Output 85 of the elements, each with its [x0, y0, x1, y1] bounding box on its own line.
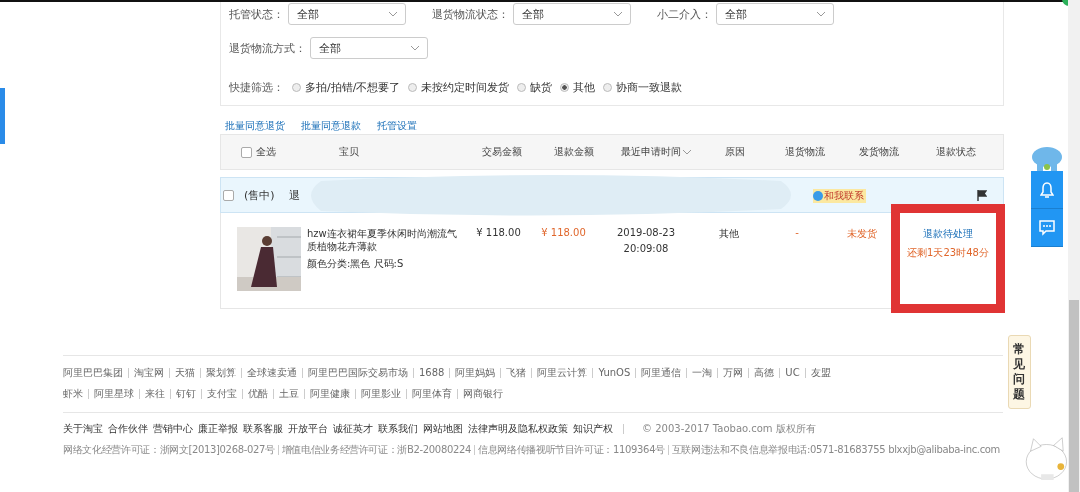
- footer-link[interactable]: 万网: [723, 365, 744, 380]
- footer-link[interactable]: 淘宝网: [134, 365, 164, 380]
- radio-label[interactable]: 多拍/拍错/不想要了: [305, 79, 401, 95]
- ship-logistics: 未发货: [847, 228, 877, 239]
- contact-badge[interactable]: 和我联系: [813, 189, 866, 203]
- footer-link[interactable]: 阿里体育: [412, 386, 452, 401]
- footer-link[interactable]: 合作伙伴: [108, 421, 148, 436]
- footer-link[interactable]: 虾米: [63, 386, 83, 401]
- column-header: 退货物流: [785, 146, 825, 157]
- return-logistics: -: [795, 227, 799, 238]
- footer-link[interactable]: 网商银行: [463, 386, 503, 401]
- batch-link[interactable]: 批量同意退款: [301, 119, 361, 133]
- radio-label[interactable]: 未按约定时间发货: [421, 79, 510, 95]
- refund-reason: 其他: [719, 228, 739, 239]
- footer-link[interactable]: 土豆: [279, 386, 299, 401]
- radio-label[interactable]: 协商一致退款: [616, 79, 683, 95]
- remaining-time: 还剩1天23时48分: [907, 246, 989, 260]
- footer-link[interactable]: 开放平台: [288, 421, 328, 436]
- footer-link[interactable]: 阿里星球: [94, 386, 134, 401]
- refund-status-link[interactable]: 退款待处理: [923, 227, 973, 241]
- column-header: 退款金额: [554, 146, 594, 157]
- footer-link[interactable]: 聚划算: [206, 365, 236, 380]
- footer-link[interactable]: 阿里通信: [641, 365, 682, 380]
- batch-link[interactable]: 批量同意退货: [225, 119, 285, 133]
- batch-link[interactable]: 托管设置: [377, 119, 417, 133]
- filter-label: 退货物流状态：: [432, 6, 509, 22]
- copyright-text: © 2003-2017 Taobao.com 版权所有: [642, 421, 816, 436]
- footer-link[interactable]: 廉正举报: [198, 421, 238, 436]
- footer-link[interactable]: 网站地图: [423, 421, 463, 436]
- license-text: 网络文化经营许可证：浙网文[2013]0268-027号: [63, 442, 275, 457]
- footer-link[interactable]: 阿里妈妈: [455, 365, 496, 380]
- footer-link[interactable]: 联系客服: [243, 421, 283, 436]
- filter-select[interactable]: 全部: [310, 37, 428, 59]
- filter-select[interactable]: 全部: [513, 3, 631, 25]
- sort-header[interactable]: 最近申请时间: [621, 146, 691, 157]
- footer-link[interactable]: 营销中心: [153, 421, 193, 436]
- order-info: 退: [288, 187, 300, 203]
- footer-link[interactable]: UC: [785, 367, 800, 378]
- column-header: 发货物流: [859, 146, 899, 157]
- select-all-label: 全选: [256, 145, 276, 159]
- footer-link[interactable]: 阿里健康: [310, 386, 350, 401]
- footer-link[interactable]: 来往: [145, 386, 165, 401]
- filter-label: 退货物流方式：: [229, 40, 306, 56]
- column-header: 退款状态: [936, 146, 976, 157]
- filter-select[interactable]: 全部: [716, 3, 834, 25]
- footer-link[interactable]: 优酷: [248, 386, 268, 401]
- footer-link[interactable]: 诚征英才: [333, 421, 373, 436]
- trade-amount: ¥ 118.00: [476, 227, 521, 238]
- footer-link[interactable]: 阿里影业: [361, 386, 401, 401]
- column-header: 宝贝: [339, 146, 359, 157]
- radio-label[interactable]: 其他: [573, 79, 596, 95]
- footer-link[interactable]: 友盟: [810, 365, 831, 380]
- footer-link[interactable]: 阿里巴巴集团: [63, 365, 123, 380]
- product-sku: 颜色分类:黑色 尺码:S: [307, 257, 405, 271]
- footer-link[interactable]: 支付宝: [207, 386, 237, 401]
- footer-link[interactable]: 高德: [754, 365, 775, 380]
- faq-tab[interactable]: 常见问题: [1008, 335, 1031, 409]
- refund-amount: ¥ 118.00: [541, 227, 586, 238]
- footer-link[interactable]: 阿里巴巴国际交易市场: [308, 365, 408, 380]
- apply-date: 2019-08-23: [616, 227, 676, 238]
- license-text: 互联网违法和不良信息举报电话:0571-81683755 blxxjb@alibaba-inc.com: [671, 442, 1000, 457]
- footer-link[interactable]: 知识产权: [573, 421, 613, 436]
- footer-link[interactable]: 钉钉: [176, 386, 196, 401]
- filter-label: 快捷筛选：: [229, 79, 284, 95]
- order-status: (售中): [244, 187, 275, 203]
- footer-link[interactable]: 阿里云计算: [537, 365, 588, 380]
- footer-link[interactable]: 全球速卖通: [247, 365, 297, 380]
- license-text: 增值电信业务经营许可证：浙B2-20080224: [281, 442, 471, 457]
- footer-link[interactable]: 一淘: [692, 365, 713, 380]
- footer-link[interactable]: 关于淘宝: [63, 421, 103, 436]
- filter-select[interactable]: 全部: [288, 3, 406, 25]
- license-text: 信息网络传播视听节目许可证：1109364号: [477, 442, 665, 457]
- filter-label: 托管状态：: [229, 6, 284, 22]
- apply-time: 20:09:08: [623, 243, 669, 254]
- column-header: 交易金额: [482, 146, 522, 157]
- footer-link[interactable]: 联系我们: [378, 421, 418, 436]
- footer-link[interactable]: 法律声明及隐私权政策: [468, 421, 568, 436]
- filter-label: 小二介入：: [657, 6, 712, 22]
- column-header: 原因: [725, 146, 745, 157]
- footer-link[interactable]: 1688: [419, 367, 445, 378]
- footer-link[interactable]: 天猫: [175, 365, 195, 380]
- footer-link[interactable]: 飞猪: [506, 365, 527, 380]
- radio-label[interactable]: 缺货: [530, 79, 553, 95]
- footer-link[interactable]: YunOS: [598, 367, 631, 378]
- product-title[interactable]: hzw连衣裙年夏季休闲时尚潮流气质植物花卉薄款: [307, 227, 457, 253]
